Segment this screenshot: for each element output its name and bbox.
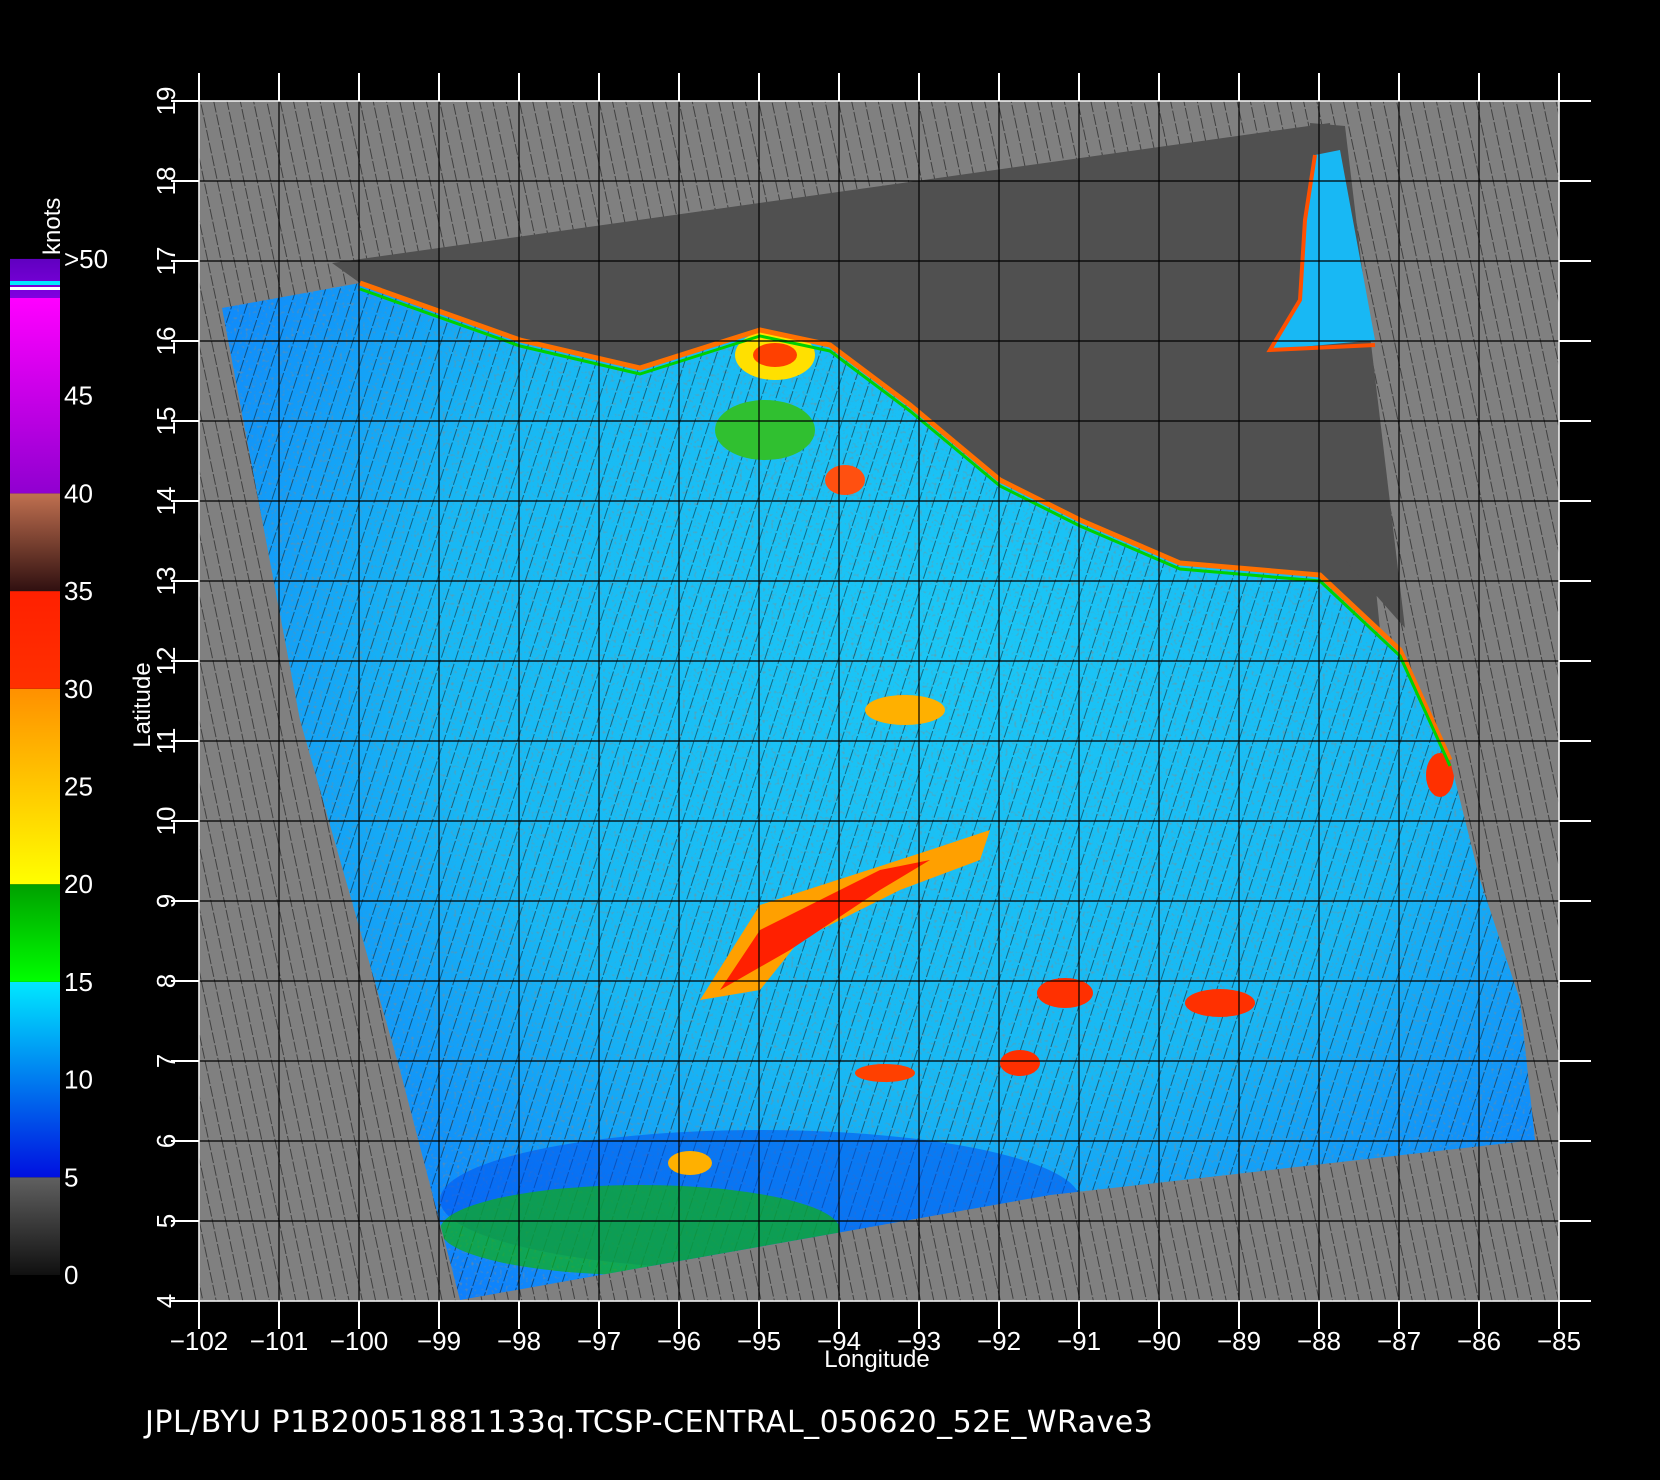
y-tick-label: 5: [151, 1214, 181, 1228]
x-tick-label: −90: [1137, 1326, 1181, 1356]
x-tick-label: −95: [737, 1326, 781, 1356]
colorbar-label: 40: [64, 478, 93, 508]
colorbar-band-30-35: [10, 591, 60, 689]
colorbar-label: 10: [64, 1065, 93, 1095]
colorbar-label: >50: [64, 244, 108, 274]
hotspot-9: [865, 695, 945, 725]
x-tick-label: −97: [577, 1326, 621, 1356]
hotspot-8: [668, 1151, 712, 1175]
colorbar-band-20-30: [10, 688, 60, 885]
x-tick-label: −98: [497, 1326, 541, 1356]
y-tick-label: 9: [151, 894, 181, 908]
x-tick-label: −85: [1537, 1326, 1581, 1356]
colorbar-label: 25: [64, 772, 93, 802]
y-axis-title: Latitude: [129, 662, 156, 747]
hotspot-3: [825, 465, 865, 495]
colorbar-label: 5: [64, 1162, 78, 1192]
colorbar-cap: [10, 281, 60, 285]
colorbar-label: 20: [64, 869, 93, 899]
colorbar-label: 0: [64, 1260, 78, 1290]
x-axis-title: Longitude: [824, 1346, 929, 1373]
colorbar-label: 45: [64, 381, 93, 411]
y-tick-label: 19: [151, 87, 181, 116]
hotspot-7: [1000, 1050, 1040, 1076]
y-tick-label: 14: [151, 487, 181, 516]
x-tick-label: −101: [250, 1326, 309, 1356]
y-tick-label: 17: [151, 247, 181, 276]
colorbar-band->50: [10, 258, 60, 298]
colorbar-label: 35: [64, 576, 93, 606]
colorbar-label: 15: [64, 967, 93, 997]
x-tick-label: −96: [657, 1326, 701, 1356]
y-tick-label: 10: [151, 807, 181, 836]
x-tick-label: −89: [1217, 1326, 1261, 1356]
y-tick-label: 7: [151, 1054, 181, 1068]
hotspot-6: [855, 1064, 915, 1082]
wind-speed-map: −102 −101 −100 −99 −98 −97 −96 −95 −94 −93 −92 −91−…: [10, 73, 1591, 1373]
x-tick-label: −87: [1377, 1326, 1421, 1356]
x-tick-label: −99: [417, 1326, 461, 1356]
colorbar-labels: >50 45 40 35 30 25 20 15 10 5 0: [64, 244, 108, 1290]
y-tick-label: 8: [151, 974, 181, 988]
x-tick-label: −92: [977, 1326, 1021, 1356]
colorbar-unit: knots: [39, 198, 66, 255]
hotspot-5: [1185, 989, 1255, 1017]
colorbar-band-40-50: [10, 298, 60, 494]
hotspot-2: [715, 400, 815, 460]
colorbar-label: 30: [64, 674, 93, 704]
y-tick-label: 16: [151, 327, 181, 356]
colorbar-band-0-5: [10, 1177, 60, 1275]
y-tick-label: 18: [151, 167, 181, 196]
x-tick-label: −102: [170, 1326, 229, 1356]
x-tick-label: −91: [1057, 1326, 1101, 1356]
footer-caption: JPL/BYU P1B20051881133q.TCSP-CENTRAL_050…: [145, 1405, 1154, 1440]
y-tick-label: 6: [151, 1134, 181, 1148]
x-tick-label: −100: [330, 1326, 389, 1356]
colorbar-band-15-20: [10, 884, 60, 982]
x-tick-label: −88: [1297, 1326, 1341, 1356]
map-plot-area: [199, 101, 1559, 1301]
y-tick-label: 13: [151, 567, 181, 596]
x-tick-label: −86: [1457, 1326, 1501, 1356]
y-tick-label: 4: [151, 1294, 181, 1308]
colorbar: [10, 258, 60, 1275]
colorbar-band-35-40: [10, 493, 60, 592]
y-tick-label: 15: [151, 407, 181, 436]
colorbar-band-5-15: [10, 981, 60, 1178]
hotspot-4: [1037, 978, 1093, 1008]
colorbar-cap-white: [10, 287, 60, 290]
